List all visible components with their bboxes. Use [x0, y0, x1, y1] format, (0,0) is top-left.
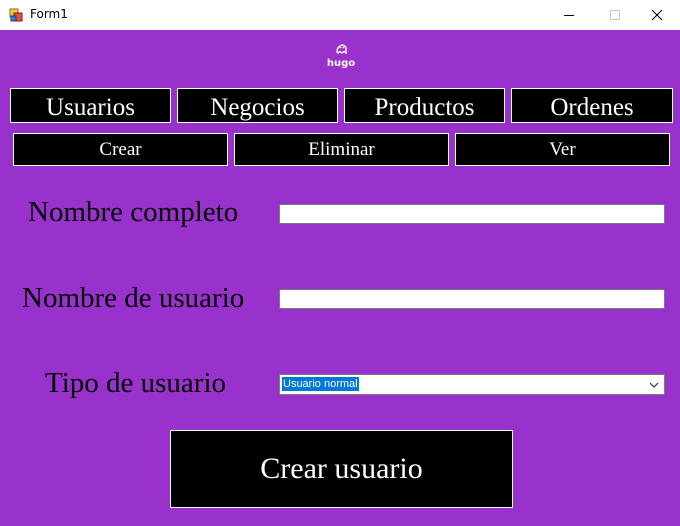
create-user-button[interactable]: Crear usuario [170, 430, 513, 508]
minimize-icon [564, 15, 574, 16]
user-type-selected-value: Usuario normal [282, 377, 359, 391]
eliminar-button[interactable]: Eliminar [234, 133, 449, 166]
user-type-select[interactable]: Usuario normal [279, 374, 665, 395]
maximize-button[interactable] [592, 0, 638, 30]
user-type-label: Tipo de usuario [45, 367, 226, 399]
username-label: Nombre de usuario [22, 282, 245, 314]
chevron-down-icon[interactable] [647, 378, 661, 392]
nav-usuarios-button[interactable]: Usuarios [10, 88, 171, 123]
nav-ordenes-button[interactable]: Ordenes [511, 88, 673, 123]
maximize-icon [610, 10, 620, 20]
username-input[interactable] [279, 289, 665, 309]
close-button[interactable] [634, 0, 680, 30]
nav-productos-button[interactable]: Productos [344, 88, 505, 123]
close-icon [651, 9, 663, 21]
full-name-input[interactable] [279, 204, 665, 224]
crear-button[interactable]: Crear [13, 133, 228, 166]
window-title: Form1 [30, 7, 68, 21]
full-name-label: Nombre completo [28, 196, 239, 228]
app-icon [9, 8, 23, 22]
ghost-logo-icon [336, 44, 347, 55]
title-bar: Form1 [0, 0, 680, 30]
minimize-button[interactable] [546, 0, 592, 30]
hugo-logo: hugo [322, 38, 360, 72]
nav-negocios-button[interactable]: Negocios [177, 88, 338, 123]
ver-button[interactable]: Ver [455, 133, 670, 166]
logo-text: hugo [326, 58, 356, 69]
form-client-area: hugo Usuarios Negocios Productos Ordenes… [0, 30, 680, 526]
